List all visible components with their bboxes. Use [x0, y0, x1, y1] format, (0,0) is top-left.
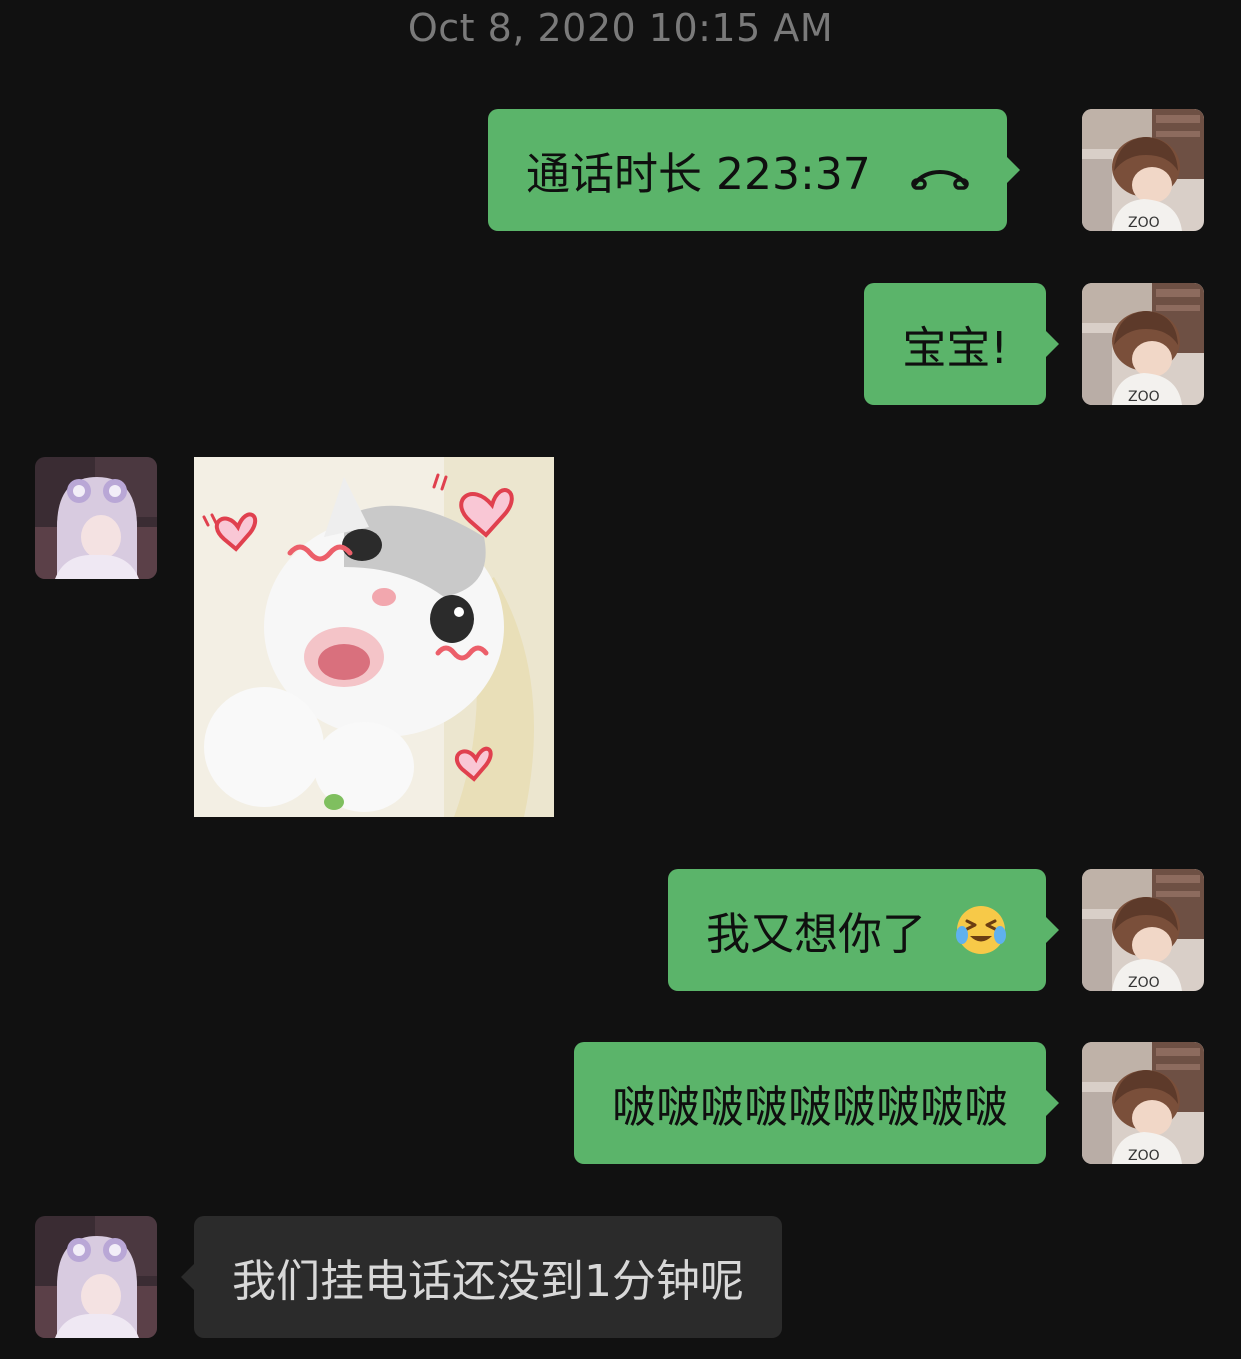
call-duration-text: 通话时长 223:37 [526, 149, 871, 200]
svg-text:ZOO: ZOO [1128, 975, 1160, 991]
my-avatar[interactable]: ZOO [1082, 869, 1204, 991]
contact-avatar[interactable] [35, 457, 157, 579]
crying-laughing-emoji [954, 903, 1008, 957]
anime-girl-avatar-icon [35, 457, 157, 579]
anime-boy-avatar-icon: ZOO [1082, 869, 1204, 991]
message-text: 我又想你了 [706, 909, 926, 960]
svg-text:ZOO: ZOO [1128, 1148, 1160, 1164]
contact-avatar[interactable] [35, 1216, 157, 1338]
message-bubble[interactable]: 我们挂电话还没到1分钟呢 [181, 1216, 782, 1338]
svg-text:ZOO: ZOO [1128, 215, 1160, 231]
my-avatar[interactable]: ZOO [1082, 109, 1204, 231]
anime-boy-avatar-icon: ZOO [1082, 109, 1204, 231]
chat-window: Oct 8, 2020 10:15 AM 通话时长 223:37 ZOO 宝宝!… [0, 0, 1241, 1359]
anime-boy-avatar-icon: ZOO [1082, 1042, 1204, 1164]
message-text: 宝宝! [902, 323, 1008, 374]
message-text: 我们挂电话还没到1分钟呢 [232, 1256, 744, 1307]
message-text: 啵啵啵啵啵啵啵啵啵 [612, 1082, 1008, 1133]
phone-hangup-icon [911, 154, 969, 190]
anime-girl-avatar-icon [35, 1216, 157, 1338]
anime-boy-avatar-icon: ZOO [1082, 283, 1204, 405]
message-bubble[interactable]: 啵啵啵啵啵啵啵啵啵 [574, 1042, 1059, 1164]
call-record-bubble[interactable]: 通话时长 223:37 [488, 109, 1020, 231]
message-timestamp: Oct 8, 2020 10:15 AM [407, 6, 834, 50]
cat-hearts-sticker[interactable] [194, 457, 554, 817]
message-bubble[interactable]: 我又想你了 [668, 869, 1059, 991]
my-avatar[interactable]: ZOO [1082, 283, 1204, 405]
my-avatar[interactable]: ZOO [1082, 1042, 1204, 1164]
message-bubble[interactable]: 宝宝! [864, 283, 1059, 405]
svg-text:ZOO: ZOO [1128, 389, 1160, 405]
